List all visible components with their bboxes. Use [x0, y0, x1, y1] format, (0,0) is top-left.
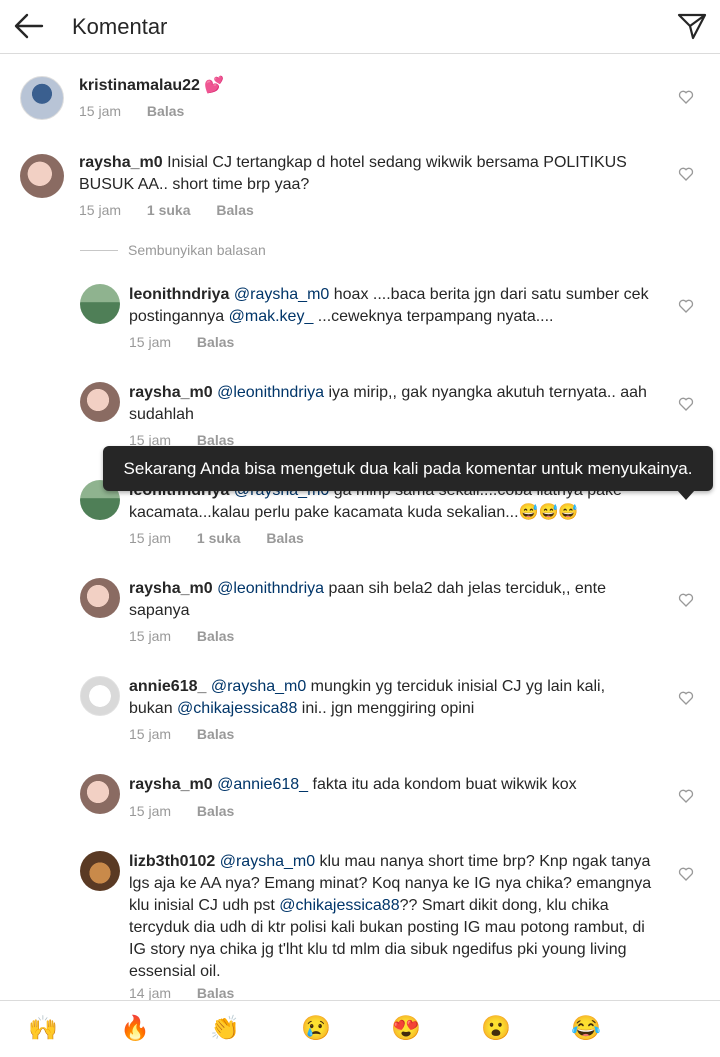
page-title: Komentar: [72, 14, 168, 39]
comment-likes[interactable]: 1 suka: [147, 202, 191, 218]
comment-likes[interactable]: 1 suka: [197, 530, 241, 546]
tooltip-arrow: [677, 490, 695, 500]
reply-button[interactable]: Balas: [197, 726, 234, 742]
comment-username[interactable]: raysha_m0: [79, 154, 163, 171]
comment-username[interactable]: kristinamalau22: [79, 77, 200, 94]
like-heart-icon[interactable]: [678, 788, 694, 804]
double-tap-tooltip[interactable]: Sekarang Anda bisa mengetuk dua kali pad…: [103, 446, 713, 491]
comment-time: 15 jam: [129, 334, 172, 350]
comment-username[interactable]: raysha_m0: [129, 384, 213, 401]
reply-button[interactable]: Balas: [197, 803, 234, 819]
comment-item[interactable]: raysha_m0 Inisial CJ tertangkap d hotel …: [0, 152, 720, 224]
comment-meta: 15 jam 1 suka Balas: [129, 530, 326, 546]
like-heart-icon[interactable]: [678, 866, 694, 882]
mention-link[interactable]: @leonithndriya: [217, 384, 324, 401]
comment-time: 15 jam: [79, 202, 122, 218]
like-heart-icon[interactable]: [678, 166, 694, 182]
clapping-emoji-icon[interactable]: 👏: [210, 1015, 240, 1043]
comment-time: 15 jam: [129, 803, 172, 819]
mention-link[interactable]: @chikajessica88: [177, 700, 297, 717]
reply-item[interactable]: raysha_m0 @leonithndriya paan sih bela2 …: [0, 578, 720, 648]
avatar[interactable]: [80, 676, 120, 716]
hide-replies-label: Sembunyikan balasan: [128, 242, 266, 258]
comment-username[interactable]: annie618_: [129, 678, 206, 695]
comment-text: ini.. jgn menggiring opini: [297, 700, 475, 717]
reply-button[interactable]: Balas: [147, 103, 184, 119]
like-heart-icon[interactable]: [678, 396, 694, 412]
reply-button[interactable]: Balas: [266, 530, 303, 546]
reply-item[interactable]: raysha_m0 @annie618_ fakta itu ada kondo…: [0, 774, 720, 824]
mention-link[interactable]: @raysha_m0: [220, 853, 315, 870]
reply-item[interactable]: annie618_ @raysha_m0 mungkin yg terciduk…: [0, 676, 720, 746]
mention-link[interactable]: @mak.key_: [229, 308, 314, 325]
comment-text: 💕: [204, 77, 225, 94]
laughing-emoji-icon[interactable]: 😂: [571, 1015, 601, 1043]
crying-emoji-icon[interactable]: 😢: [301, 1015, 331, 1043]
avatar[interactable]: [80, 284, 120, 324]
mention-link[interactable]: @leonithndriya: [217, 580, 324, 597]
mention-link[interactable]: @chikajessica88: [279, 897, 399, 914]
comment-time: 15 jam: [129, 726, 172, 742]
avatar[interactable]: [80, 382, 120, 422]
reply-button[interactable]: Balas: [197, 985, 234, 1001]
raised-hands-emoji-icon[interactable]: 🙌: [28, 1015, 58, 1043]
comment-time: 15 jam: [79, 103, 122, 119]
reply-button[interactable]: Balas: [216, 202, 253, 218]
direct-send-icon[interactable]: [676, 10, 708, 42]
like-heart-icon[interactable]: [678, 690, 694, 706]
reply-item[interactable]: leonithndriya @raysha_m0 hoax ....baca b…: [0, 284, 720, 354]
comment-username[interactable]: raysha_m0: [129, 580, 213, 597]
heart-eyes-emoji-icon[interactable]: 😍: [391, 1015, 421, 1043]
fire-emoji-icon[interactable]: 🔥: [120, 1015, 150, 1043]
reply-button[interactable]: Balas: [197, 628, 234, 644]
reply-item[interactable]: raysha_m0 @leonithndriya iya mirip,, gak…: [0, 382, 720, 452]
like-heart-icon[interactable]: [678, 298, 694, 314]
comment-meta: 15 jam Balas: [129, 334, 256, 350]
avatar[interactable]: [20, 76, 64, 120]
comment-text: ...ceweknya terpampang nyata....: [313, 308, 554, 325]
emoji-quick-bar: 🙌 🔥 👏 😢 😍 😮 😂: [0, 1000, 720, 1057]
avatar[interactable]: [80, 774, 120, 814]
back-arrow-icon[interactable]: [12, 9, 46, 43]
surprised-emoji-icon[interactable]: 😮: [481, 1015, 511, 1043]
comment-username[interactable]: raysha_m0: [129, 776, 213, 793]
comment-item[interactable]: kristinamalau22 💕 15 jam Balas: [0, 72, 720, 132]
avatar[interactable]: [80, 578, 120, 618]
comment-meta: 15 jam Balas: [129, 803, 256, 819]
avatar[interactable]: [20, 154, 64, 198]
mention-link[interactable]: @raysha_m0: [234, 286, 329, 303]
reply-item[interactable]: lizb3th0102 @raysha_m0 klu mau nanya sho…: [0, 851, 720, 1001]
divider-line: [80, 250, 118, 251]
comment-meta: 14 jam Balas: [129, 985, 256, 1001]
comment-meta: 15 jam Balas: [129, 726, 256, 742]
comment-time: 15 jam: [129, 530, 172, 546]
comment-username[interactable]: lizb3th0102: [129, 853, 215, 870]
like-heart-icon[interactable]: [678, 89, 694, 105]
header-bar: Komentar: [0, 0, 720, 54]
mention-link[interactable]: @raysha_m0: [211, 678, 306, 695]
comment-meta: 15 jam 1 suka Balas: [79, 202, 276, 218]
comment-meta: 15 jam Balas: [79, 103, 206, 119]
comment-text: fakta itu ada kondom buat wikwik kox: [308, 776, 577, 793]
comment-meta: 15 jam Balas: [129, 628, 256, 644]
mention-link[interactable]: @annie618_: [217, 776, 308, 793]
comment-username[interactable]: leonithndriya: [129, 286, 229, 303]
comment-time: 14 jam: [129, 985, 172, 1001]
avatar[interactable]: [80, 851, 120, 891]
like-heart-icon[interactable]: [678, 592, 694, 608]
comment-time: 15 jam: [129, 628, 172, 644]
reply-button[interactable]: Balas: [197, 334, 234, 350]
